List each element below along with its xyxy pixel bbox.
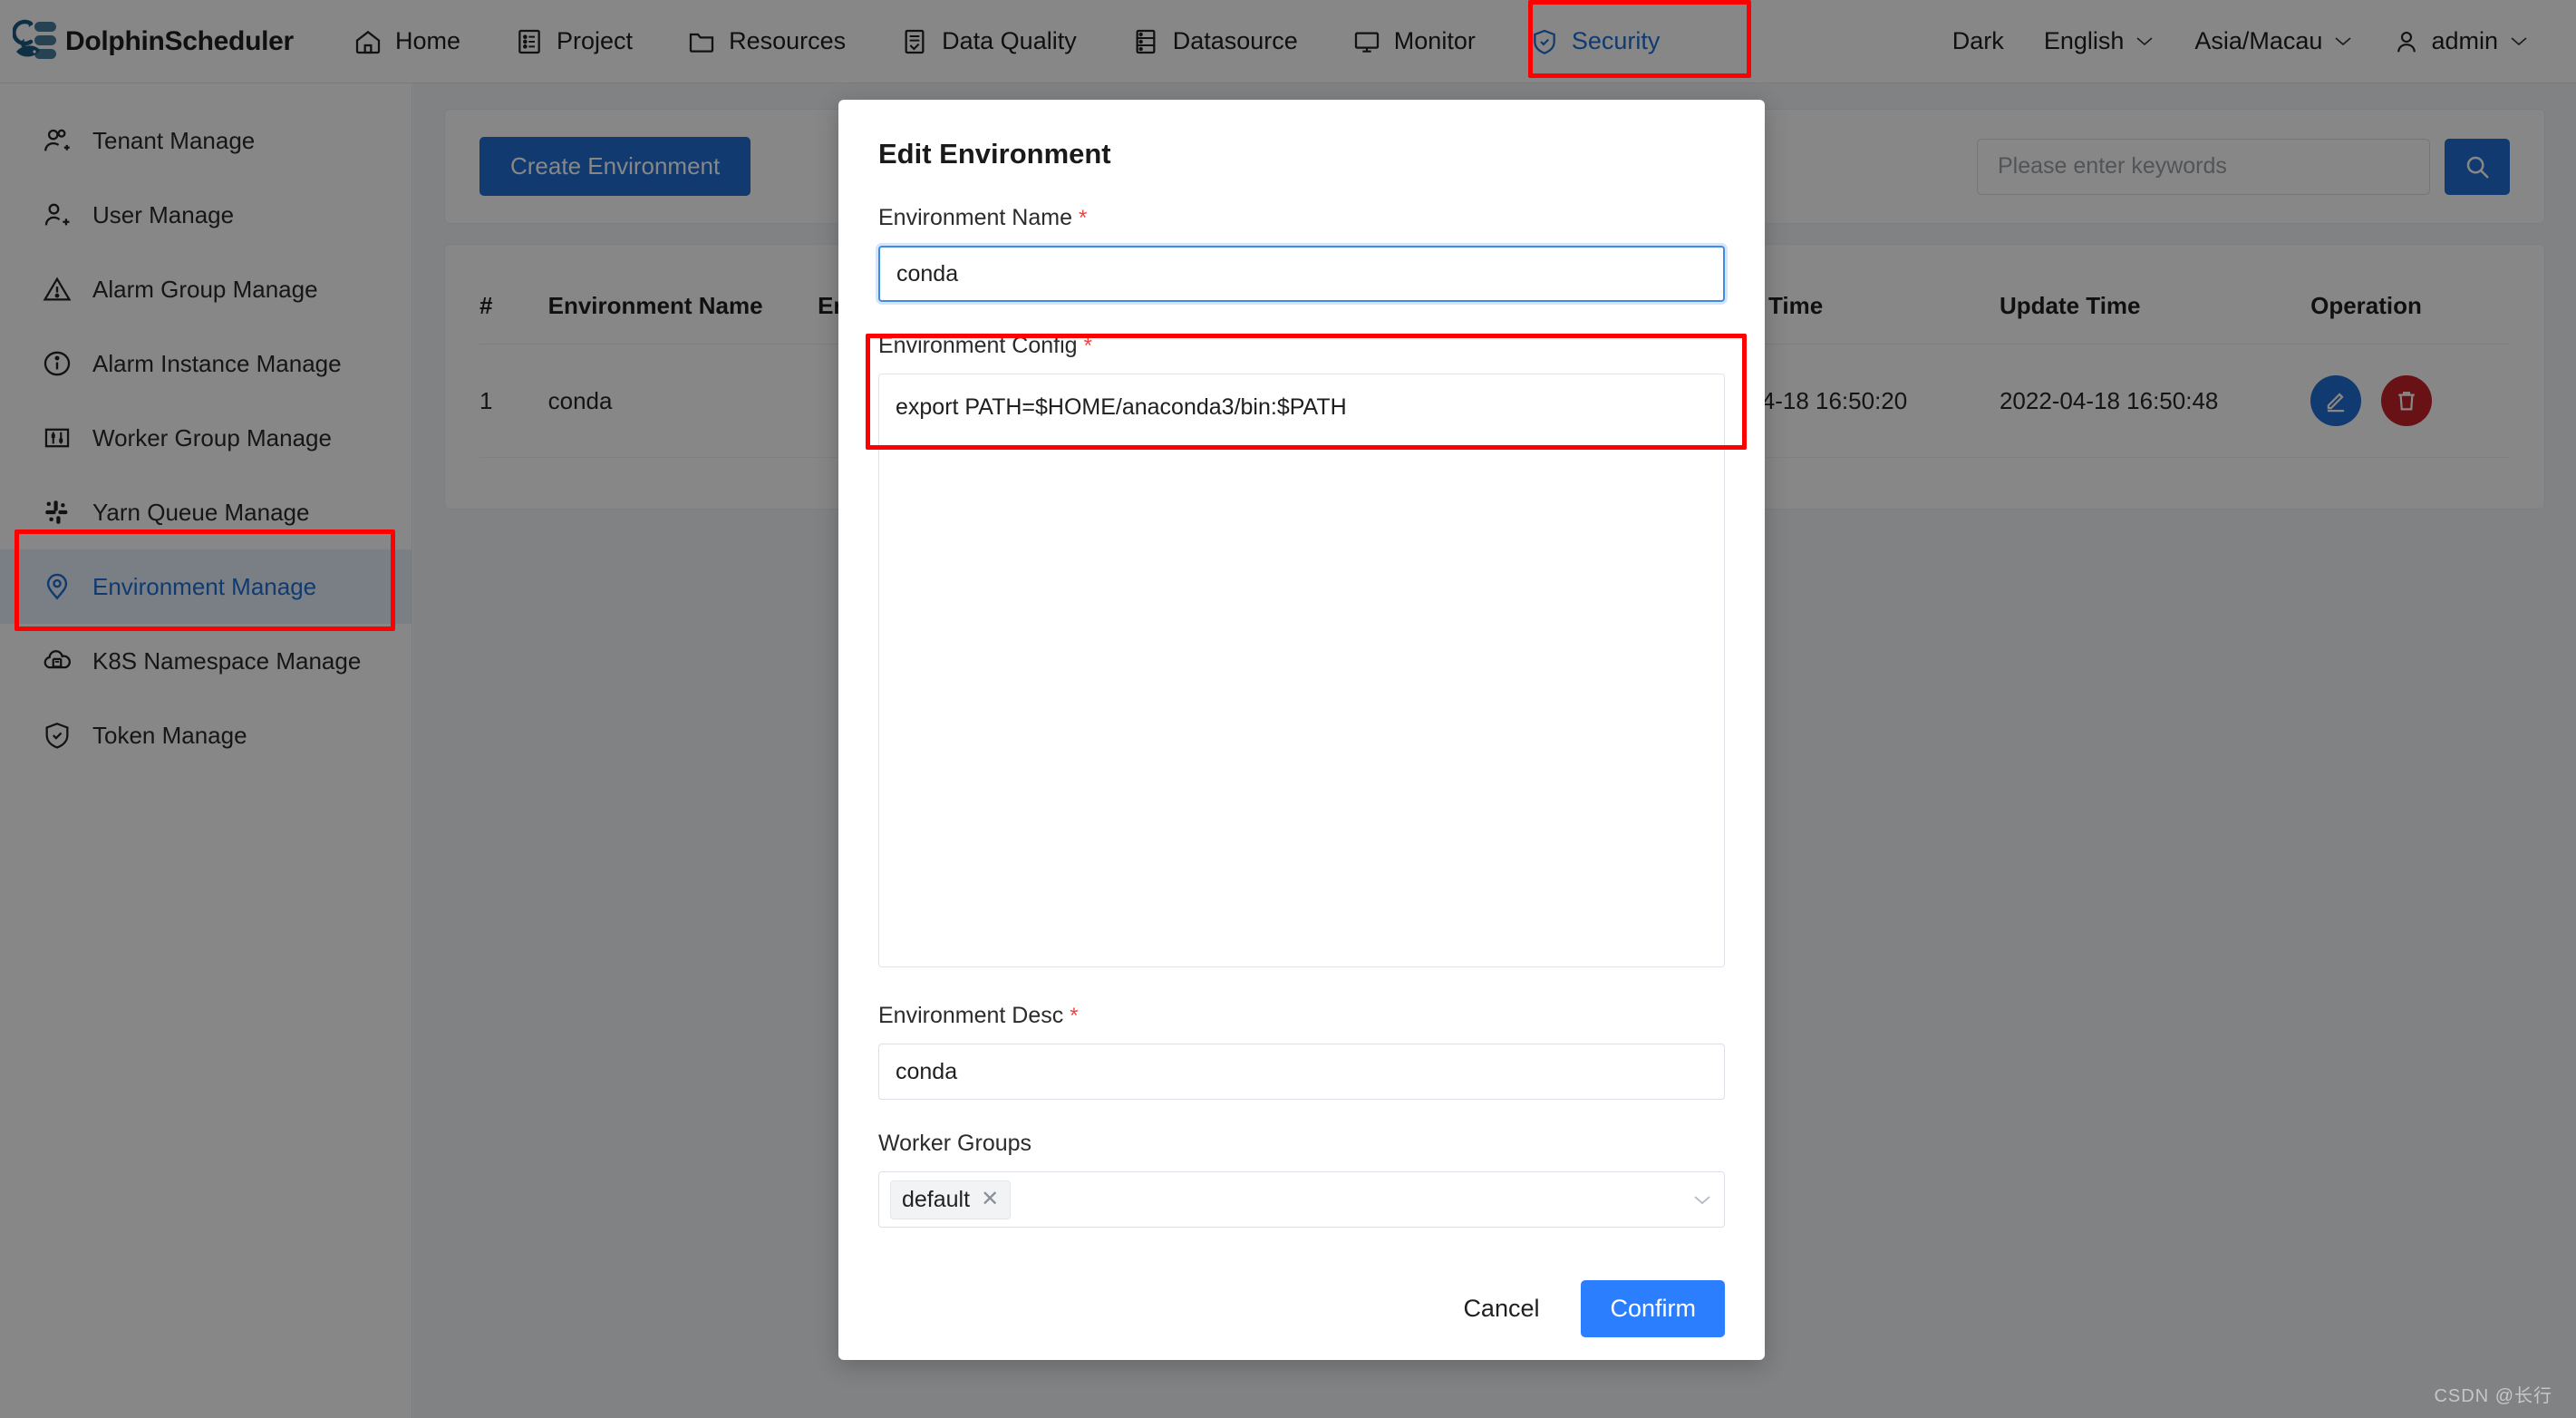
environment-desc-input[interactable]: [878, 1044, 1725, 1100]
label-environment-desc: Environment Desc *: [878, 1003, 1725, 1029]
field-environment-config: Environment Config *: [878, 333, 1725, 972]
label-text-environment-desc: Environment Desc: [878, 1003, 1063, 1029]
environment-config-textarea[interactable]: [878, 374, 1725, 967]
field-environment-name: Environment Name *: [878, 205, 1725, 302]
label-environment-config: Environment Config *: [878, 333, 1725, 359]
field-worker-groups: Worker Groups default ✕: [878, 1131, 1725, 1228]
cancel-button[interactable]: Cancel: [1447, 1282, 1555, 1335]
edit-environment-modal: Edit Environment Environment Name * Envi…: [838, 100, 1765, 1360]
environment-name-input[interactable]: [878, 246, 1725, 302]
worker-group-tag: default ✕: [890, 1180, 1011, 1219]
required-marker: *: [1070, 1004, 1078, 1029]
label-text-environment-config: Environment Config: [878, 333, 1078, 359]
remove-tag-icon[interactable]: ✕: [981, 1189, 999, 1210]
label-worker-groups: Worker Groups: [878, 1131, 1725, 1157]
label-environment-name: Environment Name *: [878, 205, 1725, 231]
chevron-down-icon: [1691, 1193, 1713, 1206]
watermark: CSDN @长行: [2434, 1381, 2552, 1407]
modal-footer: Cancel Confirm: [878, 1280, 1725, 1337]
worker-groups-select[interactable]: default ✕: [878, 1171, 1725, 1228]
required-marker: *: [1084, 334, 1092, 359]
worker-group-tag-label: default: [902, 1187, 970, 1213]
screen: DolphinScheduler Home: [0, 0, 2576, 1418]
label-text-worker-groups: Worker Groups: [878, 1131, 1031, 1157]
confirm-button[interactable]: Confirm: [1581, 1280, 1725, 1337]
required-marker: *: [1079, 206, 1087, 231]
label-text-environment-name: Environment Name: [878, 205, 1072, 231]
field-environment-desc: Environment Desc *: [878, 1003, 1725, 1100]
modal-title: Edit Environment: [878, 138, 1725, 170]
